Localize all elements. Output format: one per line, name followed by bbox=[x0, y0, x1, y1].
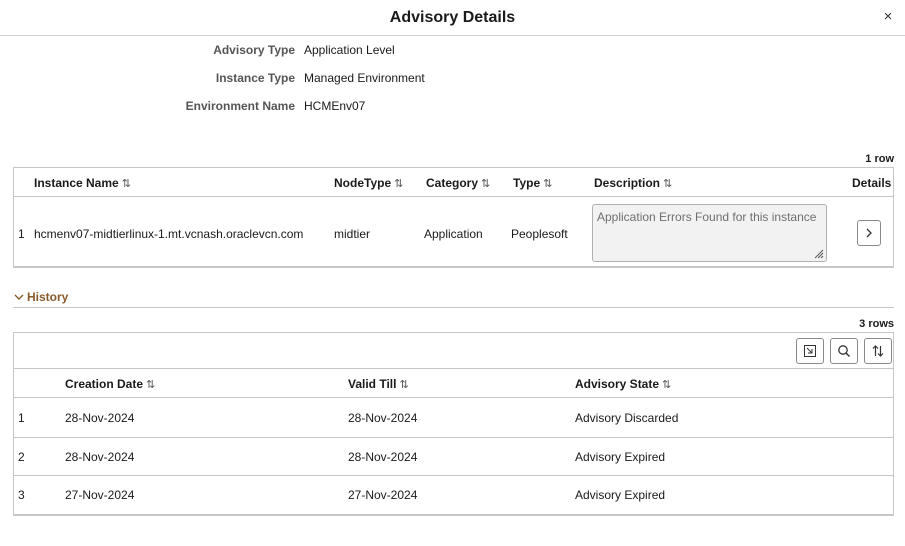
col-creation-date[interactable]: Creation Date ⇅ bbox=[65, 377, 155, 391]
table-row: 3 27-Nov-2024 27-Nov-2024 Advisory Expir… bbox=[14, 476, 893, 515]
sort-icon: ⇅ bbox=[481, 178, 491, 190]
details-button[interactable] bbox=[857, 220, 881, 246]
valid-till-cell: 27-Nov-2024 bbox=[348, 488, 418, 502]
search-button[interactable] bbox=[830, 338, 858, 364]
sort-icon: ⇅ bbox=[662, 379, 672, 391]
row-number: 1 bbox=[18, 411, 25, 425]
creation-date-cell: 27-Nov-2024 bbox=[65, 488, 135, 502]
sort-icon: ⇅ bbox=[394, 178, 404, 190]
history-grid: Creation Date ⇅ Valid Till ⇅ Advisory Stat… bbox=[13, 332, 894, 516]
chevron-right-icon bbox=[866, 228, 872, 238]
advisory-state-cell: Advisory Discarded bbox=[575, 411, 679, 425]
col-instance-name[interactable]: Instance Name ⇅ bbox=[34, 176, 131, 190]
field-value: HCMEnv07 bbox=[304, 99, 366, 113]
instances-grid: Instance Name ⇅ NodeType ⇅ Category ⇅ Type ⇅… bbox=[13, 167, 894, 268]
creation-date-cell: 28-Nov-2024 bbox=[65, 450, 135, 464]
sort-icon: ⇅ bbox=[399, 379, 409, 391]
field-instance-type: Instance Type Managed Environment bbox=[0, 71, 600, 89]
sort-icon bbox=[872, 345, 884, 357]
description-text: Application Errors Found for this instan… bbox=[597, 210, 817, 224]
advisory-state-cell: Advisory Expired bbox=[575, 488, 666, 502]
search-icon bbox=[838, 345, 851, 358]
row-number: 3 bbox=[18, 488, 25, 502]
category-cell: Application bbox=[424, 227, 483, 241]
export-icon bbox=[804, 345, 816, 357]
field-environment-name: Environment Name HCMEnv07 bbox=[0, 99, 600, 117]
col-advisory-state[interactable]: Advisory State ⇅ bbox=[575, 377, 671, 391]
type-cell: Peoplesoft bbox=[511, 227, 568, 241]
valid-till-cell: 28-Nov-2024 bbox=[348, 411, 418, 425]
col-category[interactable]: Category ⇅ bbox=[426, 176, 490, 190]
node-type-cell: midtier bbox=[334, 227, 371, 241]
history-row-count: 3 rows bbox=[859, 318, 894, 330]
history-title: History bbox=[27, 290, 69, 304]
field-value: Managed Environment bbox=[304, 71, 425, 85]
col-type[interactable]: Type ⇅ bbox=[513, 176, 552, 190]
col-details: Details bbox=[852, 176, 892, 190]
close-icon[interactable]: × bbox=[881, 9, 895, 24]
col-description[interactable]: Description ⇅ bbox=[594, 176, 672, 190]
table-row: 1 28-Nov-2024 28-Nov-2024 Advisory Disca… bbox=[14, 398, 893, 438]
sort-button[interactable] bbox=[864, 338, 892, 364]
sort-icon: ⇅ bbox=[146, 379, 156, 391]
history-toolbar bbox=[14, 333, 893, 369]
instances-row-count: 1 row bbox=[865, 153, 894, 165]
instances-header-row: Instance Name ⇅ NodeType ⇅ Category ⇅ Type ⇅… bbox=[14, 168, 893, 197]
table-row: 2 28-Nov-2024 28-Nov-2024 Advisory Expir… bbox=[14, 438, 893, 476]
field-value: Application Level bbox=[304, 43, 395, 57]
field-label: Environment Name bbox=[185, 99, 295, 113]
row-number: 2 bbox=[18, 450, 25, 464]
field-label: Instance Type bbox=[215, 71, 295, 85]
dialog-header: Advisory Details × bbox=[0, 0, 905, 36]
creation-date-cell: 28-Nov-2024 bbox=[65, 411, 135, 425]
sort-icon: ⇅ bbox=[121, 178, 131, 190]
valid-till-cell: 28-Nov-2024 bbox=[348, 450, 418, 464]
field-label: Advisory Type bbox=[213, 43, 295, 57]
row-number: 1 bbox=[18, 227, 25, 241]
description-textarea[interactable]: Application Errors Found for this instan… bbox=[592, 204, 827, 262]
sort-icon: ⇅ bbox=[543, 178, 553, 190]
history-header-row: Creation Date ⇅ Valid Till ⇅ Advisory Stat… bbox=[14, 369, 893, 398]
history-section-toggle[interactable]: History bbox=[13, 288, 894, 308]
col-node-type[interactable]: NodeType ⇅ bbox=[334, 176, 403, 190]
dialog-title: Advisory Details bbox=[389, 9, 516, 26]
chevron-down-icon bbox=[14, 294, 24, 300]
field-advisory-type: Advisory Type Application Level bbox=[0, 43, 600, 61]
resize-grip-icon[interactable] bbox=[814, 249, 824, 259]
instance-name-cell: hcmenv07-midtierlinux-1.mt.vcnash.oracle… bbox=[34, 227, 304, 241]
col-valid-till[interactable]: Valid Till ⇅ bbox=[348, 377, 409, 391]
advisory-state-cell: Advisory Expired bbox=[575, 450, 666, 464]
export-button[interactable] bbox=[796, 338, 824, 364]
sort-icon: ⇅ bbox=[663, 178, 673, 190]
